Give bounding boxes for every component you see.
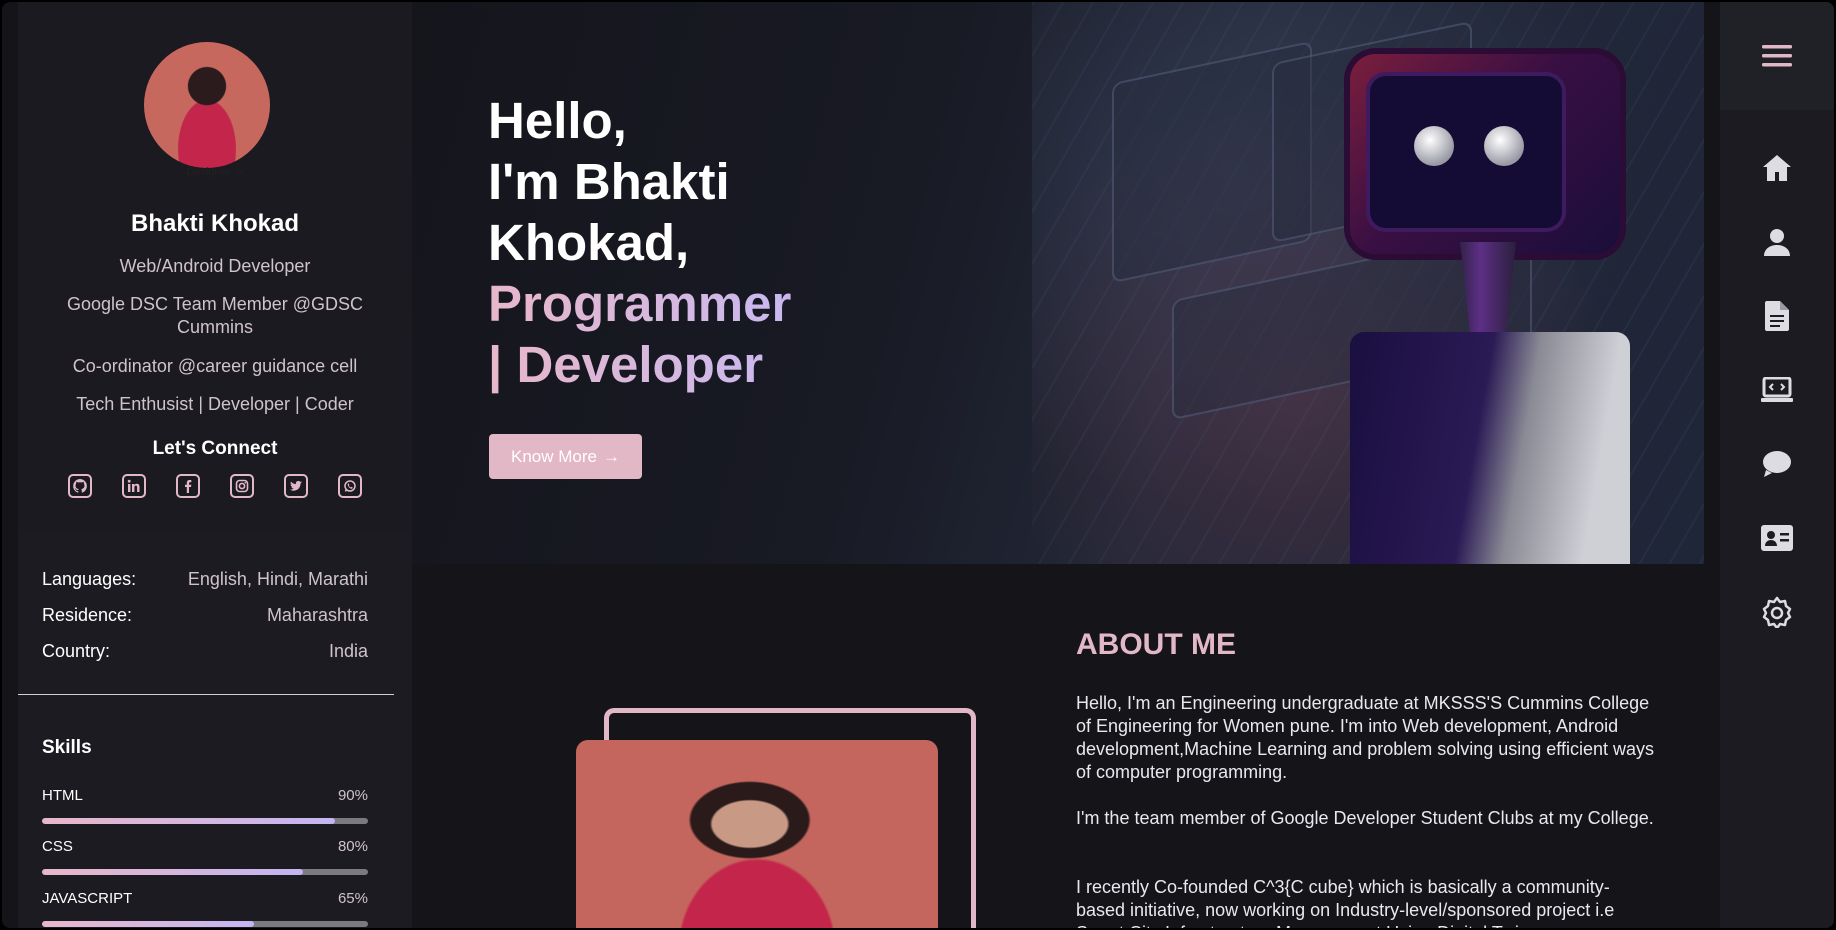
sidebar-divider <box>18 694 394 695</box>
settings-icon[interactable] <box>1760 595 1794 629</box>
skill-name: CSS <box>42 838 73 855</box>
chat-icon[interactable] <box>1760 447 1794 481</box>
hamburger-menu-icon[interactable] <box>1720 2 1834 110</box>
skill-css: CSS 80% <box>42 838 368 875</box>
profile-coordinator: Co-ordinator @career guidance cell <box>72 356 358 376</box>
robot-eye <box>1484 126 1524 166</box>
skill-progress-bar <box>42 921 368 927</box>
profile-name: Bhakti Khokad <box>130 210 300 237</box>
left-sidebar: Designer -> Bhakti Khokad Web/Android De… <box>18 2 412 928</box>
info-value: India <box>328 641 368 661</box>
document-icon[interactable] <box>1760 299 1794 333</box>
about-heading: ABOUT ME <box>1076 628 1236 661</box>
arrow-right-icon: → <box>602 446 620 466</box>
code-laptop-icon[interactable] <box>1760 373 1794 407</box>
skill-progress-fill <box>42 921 254 927</box>
profile-tagline: Tech Enthusist | Developer | Coder <box>76 394 354 414</box>
profile-role: Web/Android Developer <box>119 256 311 276</box>
skill-progress-fill <box>42 869 303 875</box>
instagram-icon[interactable] <box>230 474 254 498</box>
right-nav <box>1720 2 1834 928</box>
connect-heading: Let's Connect <box>152 438 278 459</box>
info-row-residence: Residence: Maharashtra <box>42 605 368 626</box>
twitter-icon[interactable] <box>284 474 308 498</box>
linkedin-icon[interactable] <box>122 474 146 498</box>
contact-card-icon[interactable] <box>1760 521 1794 555</box>
know-more-button[interactable]: Know More → <box>489 434 642 479</box>
hero-line: Khokad, <box>488 214 690 271</box>
info-label: Languages: <box>42 569 137 589</box>
skill-progress-fill <box>42 818 336 824</box>
facebook-icon[interactable] <box>176 474 200 498</box>
skill-name: JAVASCRIPT <box>42 890 133 907</box>
robot-illustration-body <box>1350 332 1630 564</box>
profile-card: Designer -> Bhakti Khokad Web/Android De… <box>18 2 412 530</box>
skill-name: HTML <box>42 787 83 804</box>
skills-heading: Skills <box>42 737 92 758</box>
skill-percent: 65% <box>337 890 368 907</box>
skill-percent: 80% <box>337 838 368 855</box>
user-icon[interactable] <box>1760 225 1794 259</box>
info-label: Residence: <box>42 605 133 625</box>
robot-eye <box>1414 126 1454 166</box>
skill-html: HTML 90% <box>42 787 368 824</box>
info-row-country: Country: India <box>42 641 368 662</box>
info-label: Country: <box>42 641 111 661</box>
hero-line: Hello, <box>488 92 627 149</box>
hero-accent-line: | Developer <box>488 334 791 395</box>
profile-gdsc: Google DSC Team Member @GDSC Cummins <box>66 294 364 337</box>
whatsapp-icon[interactable] <box>338 474 362 498</box>
info-row-languages: Languages: English, Hindi, Marathi <box>42 569 368 590</box>
github-icon[interactable] <box>68 474 92 498</box>
profile-avatar <box>144 42 270 168</box>
social-links <box>68 474 362 500</box>
about-paragraph: I recently Co-founded C^3{C cube} which … <box>1076 877 1615 928</box>
hero-accent-line: Programmer <box>488 275 792 332</box>
skill-javascript: JAVASCRIPT 65% <box>42 890 368 927</box>
hero-banner: Hello, I'm Bhakti Khokad, Programmer | D… <box>412 2 1704 564</box>
info-value: Maharashtra <box>266 605 368 625</box>
info-value: English, Hindi, Marathi <box>187 569 368 589</box>
robot-illustration-head <box>1350 54 1620 254</box>
about-paragraph: Hello, I'm an Engineering undergraduate … <box>1076 693 1655 782</box>
skill-progress-bar <box>42 818 368 824</box>
skill-percent: 90% <box>337 787 368 804</box>
home-icon[interactable] <box>1760 151 1794 185</box>
hero-heading: Hello, I'm Bhakti Khokad, Programmer | D… <box>488 90 791 395</box>
about-photo <box>576 740 938 928</box>
know-more-label: Know More <box>511 446 597 466</box>
app-frame: Designer -> Bhakti Khokad Web/Android De… <box>2 2 1834 928</box>
avatar-caption: Designer -> <box>186 166 244 178</box>
about-paragraph: I'm the team member of Google Developer … <box>1076 808 1654 828</box>
skill-progress-bar <box>42 869 368 875</box>
hero-line: I'm Bhakti <box>488 153 730 210</box>
